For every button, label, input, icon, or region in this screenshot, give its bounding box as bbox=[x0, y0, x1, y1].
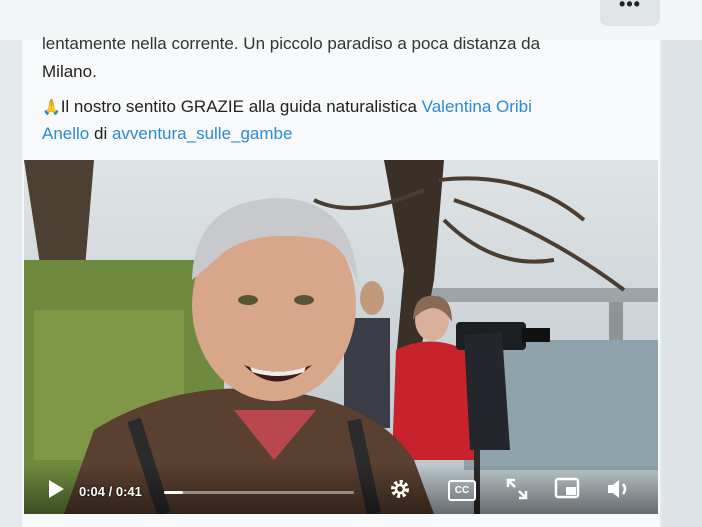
camera-lens bbox=[522, 328, 550, 342]
play-icon[interactable] bbox=[46, 479, 66, 499]
connector-text: di bbox=[89, 124, 112, 143]
camera-operator bbox=[464, 332, 510, 450]
duration: 0:41 bbox=[115, 484, 142, 499]
guide-name-link-continued[interactable]: Anello bbox=[42, 124, 89, 143]
video-controls: 0:04 / 0:41 CC bbox=[24, 464, 658, 514]
org-link[interactable]: avventura_sulle_gambe bbox=[112, 124, 293, 143]
captions-icon[interactable]: CC bbox=[448, 480, 476, 501]
red-jacket bbox=[392, 341, 478, 460]
post-text-guide-line: Anello di avventura_sulle_gambe bbox=[42, 124, 292, 144]
progress-fill bbox=[164, 491, 183, 494]
captions-label: CC bbox=[454, 485, 470, 496]
right-eye bbox=[294, 295, 314, 305]
guide-name-link[interactable]: Valentina Oribi bbox=[422, 97, 532, 116]
praying-hands-icon: 🙏 bbox=[42, 99, 61, 116]
bridge-pillar bbox=[609, 302, 623, 342]
fullscreen-icon[interactable] bbox=[506, 478, 528, 500]
current-time: 0:04 bbox=[79, 484, 106, 499]
left-eye bbox=[238, 295, 258, 305]
time-separator: / bbox=[105, 484, 116, 499]
more-options-button[interactable]: ••• bbox=[600, 0, 660, 26]
volume-icon[interactable] bbox=[606, 477, 632, 501]
time-display: 0:04 / 0:41 bbox=[79, 484, 142, 499]
background-man-head bbox=[360, 281, 384, 315]
post-text-line-milano: Milano. bbox=[42, 62, 97, 81]
post-text-line-cut: lentamente nella corrente. Un piccolo pa… bbox=[42, 34, 541, 53]
video-frame bbox=[24, 160, 658, 514]
page-gutter bbox=[662, 40, 702, 527]
settings-gear-icon[interactable] bbox=[388, 477, 412, 501]
video-player[interactable]: 0:04 / 0:41 CC bbox=[24, 160, 658, 514]
progress-bar[interactable] bbox=[164, 491, 354, 494]
thanks-text: Il nostro sentito GRAZIE alla guida natu… bbox=[60, 97, 422, 116]
more-dots-icon: ••• bbox=[619, 0, 641, 14]
picture-in-picture-icon[interactable] bbox=[554, 477, 580, 501]
post-text-thanks: 🙏Il nostro sentito GRAZIE alla guida nat… bbox=[42, 97, 532, 117]
